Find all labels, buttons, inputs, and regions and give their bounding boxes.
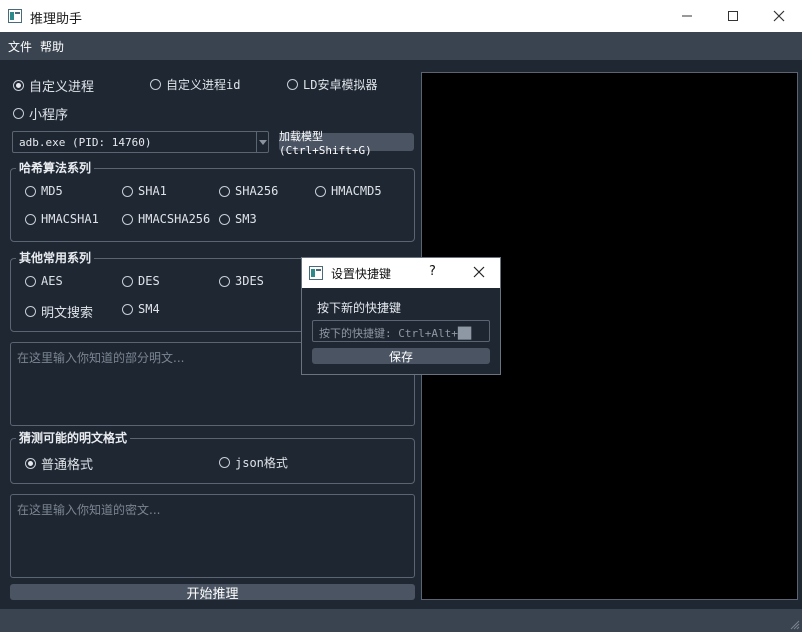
radio-label: HMACSHA1 [41,212,99,226]
dialog-app-icon [309,266,323,280]
radio-label: LD安卓模拟器 [303,78,378,92]
radio-label: AES [41,274,63,288]
radio-label: 3DES [235,274,264,288]
radio-label: 明文搜索 [41,306,94,321]
radio-hmacmd5[interactable]: HMACMD5 [315,184,382,198]
dialog-title-bar: 设置快捷键 ? [302,258,500,288]
status-bar [0,609,802,632]
radio-label: SM3 [235,212,257,226]
radio-dot [219,457,230,468]
window-title: 推理助手 [30,12,83,27]
close-icon [773,10,785,22]
other-group-title: 其他常用系列 [16,249,95,266]
ciphertext-placeholder: 在这里输入你知道的密文... [17,503,161,517]
radio-sha1[interactable]: SHA1 [122,184,167,198]
radio-label: 普通格式 [41,458,94,473]
radio-custom-pid[interactable]: 自定义进程id [150,76,240,93]
hash-group-title: 哈希算法系列 [16,159,95,176]
maximize-button[interactable] [710,0,756,32]
radio-3des[interactable]: 3DES [219,274,264,288]
close-button[interactable] [756,0,802,32]
process-select-value: adb.exe (PID: 14760) [19,136,152,149]
ciphertext-input[interactable]: 在这里输入你知道的密文... [10,494,415,578]
chevron-down-icon [259,140,267,145]
radio-sha256[interactable]: SHA256 [219,184,278,198]
radio-dot [150,79,161,90]
format-group-title: 猜测可能的明文格式 [16,429,131,446]
radio-label: SHA1 [138,184,167,198]
radio-dot [122,275,133,287]
radio-label: 小程序 [29,108,69,123]
radio-label: SHA256 [235,184,279,198]
radio-dot [122,185,133,197]
radio-dot [219,275,230,287]
radio-dot [13,80,24,91]
radio-json-format[interactable]: json格式 [219,454,288,471]
radio-md5[interactable]: MD5 [25,184,63,198]
minimize-button[interactable] [664,0,710,32]
menu-file[interactable]: 文件 [8,38,32,55]
menu-help[interactable]: 帮助 [40,38,64,55]
dialog-prompt: 按下新的快捷键 [317,301,402,315]
radio-label: MD5 [41,184,63,198]
radio-dot [122,213,133,225]
radio-dot [13,108,24,119]
radio-dot [25,458,36,469]
resize-grip-icon[interactable] [790,620,800,630]
hash-group [10,168,415,242]
radio-dot [25,275,36,287]
dialog-close-icon[interactable] [473,266,485,278]
radio-label: 自定义进程id [166,78,241,92]
radio-hmacsha256[interactable]: HMACSHA256 [122,212,210,226]
radio-mini-program[interactable]: 小程序 [13,104,68,123]
radio-label: SM4 [138,302,160,316]
shortcut-field-value: 按下的快捷键: Ctrl+Alt+██ [319,327,472,340]
radio-dot [25,213,36,225]
dialog-help-button[interactable]: ? [429,264,436,279]
radio-dot [219,185,230,197]
radio-dot [25,185,36,197]
radio-dot [315,185,326,197]
radio-label: HMACMD5 [331,184,382,198]
radio-normal-format[interactable]: 普通格式 [25,454,93,473]
shortcut-dialog: 设置快捷键 ? 按下新的快捷键 按下的快捷键: Ctrl+Alt+██ 保存 [301,257,501,375]
radio-des[interactable]: DES [122,274,160,288]
app-icon [8,9,22,23]
radio-ld-emulator[interactable]: LD安卓模拟器 [287,76,377,93]
title-bar: 推理助手 [0,0,802,32]
radio-label: HMACSHA256 [138,212,211,226]
radio-plaintext-search[interactable]: 明文搜索 [25,302,93,321]
radio-aes[interactable]: AES [25,274,63,288]
radio-dot [219,213,230,225]
radio-label: DES [138,274,160,288]
radio-label: 自定义进程 [29,80,95,95]
radio-label: json格式 [235,456,288,470]
select-divider [256,132,257,152]
radio-dot [287,79,298,90]
dialog-save-button[interactable]: 保存 [312,348,490,364]
start-inference-button[interactable]: 开始推理 [10,584,415,602]
maximize-icon [728,11,738,21]
load-model-button[interactable]: 加载模型(Ctrl+Shift+G) [279,130,414,157]
radio-dot [25,306,36,317]
radio-hmacsha1[interactable]: HMACSHA1 [25,212,99,226]
minimize-icon [682,15,692,17]
radio-custom-process[interactable]: 自定义进程 [13,76,94,95]
radio-sm3[interactable]: SM3 [219,212,257,226]
radio-dot [122,303,133,315]
plaintext-placeholder: 在这里输入你知道的部分明文... [17,351,185,365]
process-select[interactable]: adb.exe (PID: 14760) [12,131,269,153]
radio-sm4[interactable]: SM4 [122,302,160,316]
shortcut-field[interactable]: 按下的快捷键: Ctrl+Alt+██ [312,320,490,342]
menu-bar [0,32,802,60]
dialog-title: 设置快捷键 [331,267,392,281]
